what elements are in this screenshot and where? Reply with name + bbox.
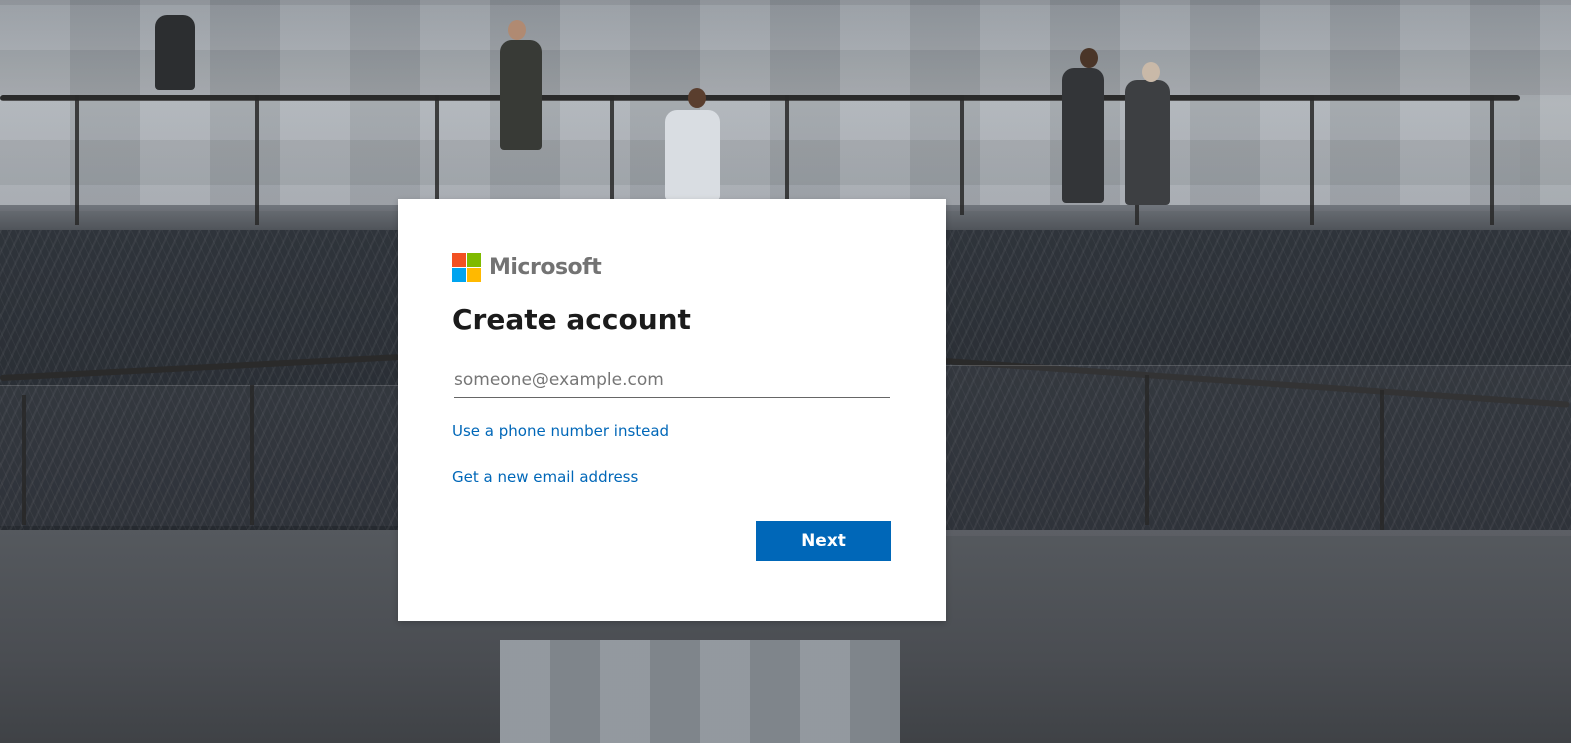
page-title: Create account [452,303,691,336]
background-person [665,110,720,200]
background-person [1062,68,1104,203]
background-post [22,395,26,525]
background-lower-floor [500,640,900,743]
microsoft-logo: Microsoft [452,253,602,282]
background-glass-panel [946,365,1571,536]
create-account-card: Microsoft Create account Use a phone num… [398,199,946,621]
background-glass-panel [0,385,400,526]
background-post [960,95,964,215]
email-input[interactable] [454,363,890,398]
get-new-email-link[interactable]: Get a new email address [452,468,638,486]
background-post [785,95,789,205]
background-person [500,40,542,150]
background-person [155,15,195,90]
background-glass-panel [0,100,1520,211]
background-person-head [688,88,706,108]
logo-square-yellow [467,268,481,282]
logo-square-red [452,253,466,267]
logo-square-green [467,253,481,267]
background-post [1310,95,1314,225]
microsoft-wordmark: Microsoft [489,255,602,280]
background-post [1380,390,1384,530]
logo-square-blue [452,268,466,282]
background-post [1490,95,1494,225]
background-post [250,385,254,525]
background-post [435,95,439,215]
background-person-head [508,20,526,40]
background-person [1125,80,1170,205]
background-post [75,95,79,225]
background-post [610,95,614,205]
background-post [255,95,259,225]
next-button[interactable]: Next [756,521,891,561]
background-post [1145,375,1149,525]
background-person-head [1142,62,1160,82]
background-person-head [1080,48,1098,68]
microsoft-logo-icon [452,253,481,282]
use-phone-number-link[interactable]: Use a phone number instead [452,422,669,440]
